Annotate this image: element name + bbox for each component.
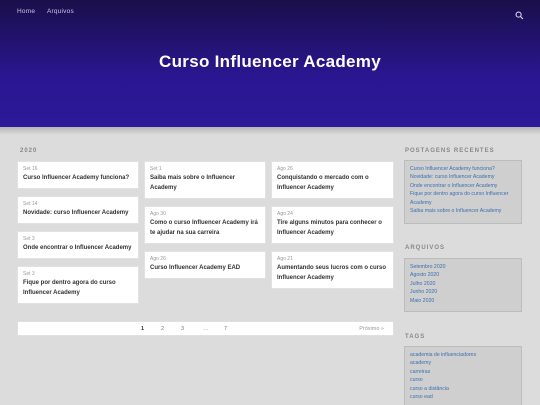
recent-posts-box: Curso Influencer Academy funciona? Novid… [404, 160, 522, 224]
post-date: Set 16 [23, 166, 38, 172]
recent-post-link[interactable]: Saiba mais sobre o Influencer Academy [410, 207, 516, 215]
top-nav: Home Arquivos [0, 0, 540, 24]
post-title[interactable]: Curso Influencer Academy EAD [150, 263, 260, 273]
archive-link[interactable]: Agosto 2020 [410, 271, 516, 279]
post-date: Ago 21 [277, 256, 293, 262]
post-card[interactable]: Set 14 Novidade: curso Influencer Academ… [17, 196, 139, 224]
archives-heading: ARQUIVOS [405, 245, 446, 251]
post-column-1: Set 16 Curso Influencer Academy funciona… [17, 161, 139, 311]
post-date: Set 14 [23, 201, 38, 207]
recent-post-link[interactable]: Onde encontrar o Influencer Academy [410, 182, 516, 190]
post-card[interactable]: Ago 24 Tire alguns minutos para conhecer… [271, 206, 394, 244]
year-label: 2020 [20, 148, 38, 154]
tag-link[interactable]: carreiras [410, 368, 516, 376]
next-page-link[interactable]: Próximo » [359, 326, 384, 332]
header-shadow [0, 127, 540, 135]
page-link-1[interactable]: 1 [141, 326, 144, 332]
post-card[interactable]: Ago 26 Curso Influencer Academy EAD [144, 251, 266, 279]
tag-link[interactable]: academy [410, 359, 516, 367]
recent-posts-heading: POSTAGENS RECENTES [405, 148, 495, 154]
recent-post-link[interactable]: Fique por dentro agora do curso Influenc… [410, 190, 516, 198]
post-column-3: Ago 26 Conquistando o mercado com o Infl… [271, 161, 394, 296]
search-icon[interactable] [515, 7, 524, 20]
archive-link[interactable]: Setembro 2020 [410, 263, 516, 271]
post-date: Ago 24 [277, 211, 293, 217]
tag-link[interactable]: curso [410, 376, 516, 384]
post-date: Set 3 [23, 271, 35, 277]
post-date: Set 3 [23, 236, 35, 242]
post-card[interactable]: Set 16 Curso Influencer Academy funciona… [17, 161, 139, 189]
tag-link[interactable]: academia de influenciadores [410, 351, 516, 359]
site-title[interactable]: Curso Influencer Academy [0, 52, 540, 72]
recent-post-link[interactable]: Academy [410, 199, 516, 207]
post-title[interactable]: Onde encontrar o Influencer Academy [23, 243, 133, 253]
post-card[interactable]: Ago 30 Como o curso Influencer Academy i… [144, 206, 266, 244]
post-date: Ago 26 [277, 166, 293, 172]
tags-box: academia de influenciadores academy carr… [404, 346, 522, 405]
post-title[interactable]: Como o curso Influencer Academy irá te a… [150, 218, 260, 238]
post-title[interactable]: Saiba mais sobre o Influencer Academy [150, 173, 260, 193]
recent-post-link[interactable]: Novidade: curso Influencer Academy [410, 173, 516, 181]
post-title[interactable]: Fique por dentro agora do curso Influenc… [23, 278, 133, 298]
site-header: Home Arquivos Curso Influencer Academy [0, 0, 540, 127]
post-column-2: Set 1 Saiba mais sobre o Influencer Acad… [144, 161, 266, 286]
page-link-2[interactable]: 2 [161, 326, 164, 332]
post-date: Ago 30 [150, 211, 166, 217]
post-card[interactable]: Set 3 Fique por dentro agora do curso In… [17, 266, 139, 304]
tag-link[interactable]: curso a distância [410, 385, 516, 393]
page-link-3[interactable]: 3 [181, 326, 184, 332]
post-card[interactable]: Set 3 Onde encontrar o Influencer Academ… [17, 231, 139, 259]
tag-link[interactable]: curso ead [410, 393, 516, 401]
page-ellipsis: … [203, 326, 209, 332]
post-title[interactable]: Tire alguns minutos para conhecer o Infl… [277, 218, 388, 238]
post-title[interactable]: Novidade: curso Influencer Academy [23, 208, 133, 218]
archive-link[interactable]: Julho 2020 [410, 280, 516, 288]
post-card[interactable]: Ago 26 Conquistando o mercado com o Infl… [271, 161, 394, 199]
recent-post-link[interactable]: Curso Influencer Academy funciona? [410, 165, 516, 173]
post-card[interactable]: Set 1 Saiba mais sobre o Influencer Acad… [144, 161, 266, 199]
pagination: 1 2 3 … 7 Próximo » [17, 321, 394, 336]
post-title[interactable]: Curso Influencer Academy funciona? [23, 173, 133, 183]
post-date: Set 1 [150, 166, 162, 172]
archive-link[interactable]: Maio 2020 [410, 297, 516, 305]
archive-link[interactable]: Junho 2020 [410, 288, 516, 296]
nav-home-link[interactable]: Home [17, 8, 35, 15]
tags-heading: TAGS [405, 334, 426, 340]
nav-archives-link[interactable]: Arquivos [47, 8, 74, 15]
post-title[interactable]: Aumentando seus lucros com o curso Influ… [277, 263, 388, 283]
post-date: Ago 26 [150, 256, 166, 262]
page-link-7[interactable]: 7 [224, 326, 227, 332]
post-title[interactable]: Conquistando o mercado com o Influencer … [277, 173, 388, 193]
archives-box: Setembro 2020 Agosto 2020 Julho 2020 Jun… [404, 258, 522, 312]
post-card[interactable]: Ago 21 Aumentando seus lucros com o curs… [271, 251, 394, 289]
